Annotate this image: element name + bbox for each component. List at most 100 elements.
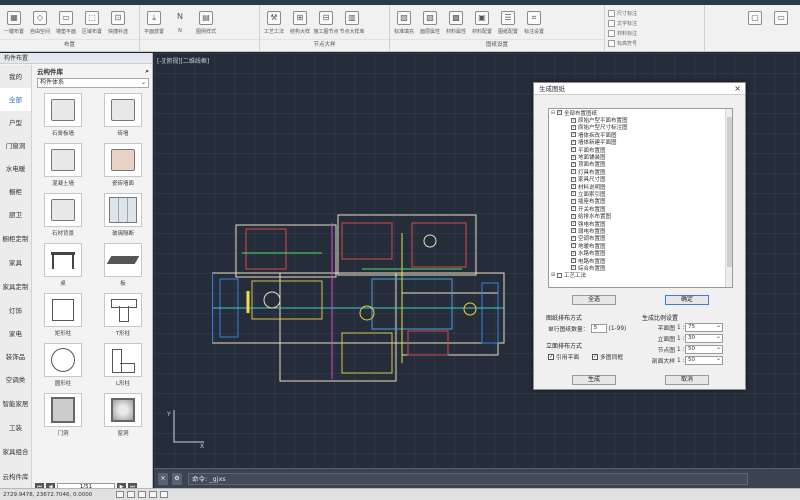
checkbox-icon[interactable]: ✓ bbox=[571, 147, 576, 153]
close-icon[interactable]: × bbox=[158, 472, 168, 485]
reference-plane-checkbox[interactable]: ✓ 引用平面 bbox=[548, 352, 579, 361]
confirm-button[interactable]: 确定 bbox=[665, 295, 709, 305]
ribbon-button-material[interactable]: ▩ 材料属性 bbox=[443, 7, 469, 39]
tree-node[interactable]: ✓ 原始户型尺寸标注图 bbox=[549, 124, 732, 131]
category-item[interactable]: 我的 bbox=[0, 65, 31, 88]
category-item[interactable]: 智能家居 bbox=[0, 391, 31, 416]
tree-node[interactable]: ✓ 插座布置图 bbox=[549, 198, 732, 205]
component-item[interactable]: 石材背景 bbox=[37, 193, 89, 239]
checkbox-icon[interactable]: ✓ bbox=[571, 235, 576, 241]
tree-node[interactable]: ⊟ ✓ 全部布置图纸 bbox=[549, 109, 732, 117]
checkbox-icon[interactable] bbox=[557, 272, 562, 278]
checkbox-icon[interactable]: ✓ bbox=[571, 206, 576, 212]
category-item[interactable]: 家具 bbox=[0, 251, 31, 274]
tree-node[interactable]: ✓ 灯具布置图 bbox=[549, 168, 732, 176]
per-row-input[interactable]: 5 bbox=[590, 324, 607, 333]
component-item[interactable]: 玻璃隔断 bbox=[97, 193, 149, 239]
osnap-toggle-icon[interactable] bbox=[160, 491, 168, 498]
component-item[interactable]: 窗洞 bbox=[97, 393, 149, 439]
category-item[interactable]: 厨卫 bbox=[0, 203, 31, 226]
category-item[interactable]: 门窗洞 bbox=[0, 134, 31, 157]
snap-toggle-icon[interactable] bbox=[116, 491, 124, 498]
category-item[interactable]: 工装 bbox=[0, 416, 31, 439]
tree-node[interactable]: ✓ 立面索引图 bbox=[549, 190, 732, 198]
view-label[interactable]: [-][俯视][二维线框] bbox=[157, 56, 209, 65]
tool-material-label[interactable]: 材料标注 bbox=[608, 29, 701, 37]
category-item[interactable]: 装饰品 bbox=[0, 345, 31, 368]
tree-node[interactable]: ✓ 给排水布置图 bbox=[549, 212, 732, 220]
ribbon-button-structure[interactable]: ⊞ 结构大样 bbox=[287, 7, 313, 39]
checkbox-icon[interactable]: ✓ bbox=[557, 110, 562, 116]
grid-toggle-icon[interactable] bbox=[127, 491, 135, 498]
scale-select[interactable]: 50 bbox=[685, 344, 723, 354]
category-item[interactable]: 水电暖 bbox=[0, 157, 31, 180]
category-item[interactable]: 全部 bbox=[0, 88, 31, 111]
checkbox-icon[interactable]: ✓ bbox=[571, 198, 576, 204]
category-item[interactable]: 家电 bbox=[0, 322, 31, 345]
tree-node[interactable]: ✓ 原始户型平面布置图 bbox=[549, 116, 732, 124]
checkbox-icon[interactable]: ✓ bbox=[571, 132, 576, 138]
tree-node[interactable]: ✓ 墙体新建平面图 bbox=[549, 139, 732, 146]
select-all-button[interactable]: 全选 bbox=[572, 295, 616, 305]
tree-node[interactable]: ✓ 电路布置图 bbox=[549, 257, 732, 265]
checkbox-icon[interactable]: ✓ bbox=[571, 213, 576, 219]
ortho-toggle-icon[interactable] bbox=[138, 491, 146, 498]
ribbon-button-extra-1[interactable]: ▢ bbox=[742, 7, 768, 39]
tool-dimension[interactable]: 尺寸标注 bbox=[608, 9, 701, 17]
tree-node[interactable]: ✓ 平面布置图 bbox=[549, 146, 732, 154]
component-item[interactable]: 板 bbox=[97, 243, 149, 289]
checkbox-icon[interactable]: ✓ bbox=[571, 176, 576, 182]
ribbon-button-one-key[interactable]: ▦ 一键布置 bbox=[1, 7, 27, 39]
scale-select[interactable]: 30 bbox=[685, 333, 723, 343]
ribbon-button-material-config[interactable]: ▣ 材料配置 bbox=[469, 7, 495, 39]
component-item[interactable]: 砖墙 bbox=[97, 93, 149, 139]
checkbox-icon[interactable]: ✓ bbox=[571, 221, 576, 227]
checkbox-icon[interactable]: ✓ bbox=[571, 250, 576, 256]
tree-node[interactable]: ✓ 材料说明图 bbox=[549, 183, 732, 191]
checkbox-icon[interactable]: ✓ bbox=[571, 228, 576, 234]
ribbon-button-free-space[interactable]: ◇ 自由空间 bbox=[27, 7, 53, 39]
search-icon[interactable]: ⌕ bbox=[145, 67, 149, 76]
checkbox-icon[interactable]: ✓ bbox=[571, 161, 576, 167]
scroll-thumb[interactable] bbox=[727, 117, 732, 267]
checkbox-icon[interactable]: ✓ bbox=[571, 139, 576, 145]
tree-node[interactable]: ✓ 强电布置图 bbox=[549, 220, 732, 228]
category-item[interactable]: 灯饰 bbox=[0, 299, 31, 322]
ribbon-button-annotation[interactable]: ⌗ 标注设置 bbox=[521, 7, 547, 39]
tool-level[interactable]: 标高符号 bbox=[608, 39, 701, 47]
tree-node[interactable]: ⊞ 工艺工法 bbox=[549, 272, 732, 279]
ribbon-button-quick-select[interactable]: ⊡ 快捷补选 bbox=[105, 7, 131, 39]
category-item[interactable]: 户型 bbox=[0, 111, 31, 134]
tree-node[interactable]: ✓ 弱电布置图 bbox=[549, 227, 732, 235]
ribbon-button-drawing-config[interactable]: ☰ 图纸配置 bbox=[495, 7, 521, 39]
tree-node[interactable]: ✓ 地面铺装图 bbox=[549, 153, 732, 161]
checkbox-icon[interactable]: ✓ bbox=[571, 258, 576, 263]
component-item[interactable]: 桌 bbox=[37, 243, 89, 289]
component-item[interactable]: T形柱 bbox=[97, 293, 149, 339]
component-item[interactable]: 圆形柱 bbox=[37, 343, 89, 389]
library-select[interactable]: 构件体系 ⌄ bbox=[37, 78, 149, 88]
wrench-icon[interactable]: ⚙ bbox=[172, 472, 182, 485]
checkbox-icon[interactable]: ✓ bbox=[571, 191, 576, 197]
tree-node[interactable]: ✓ 空调布置图 bbox=[549, 235, 732, 242]
generate-button[interactable]: 生成 bbox=[572, 375, 616, 385]
ribbon-button-surface[interactable]: ▨ 面层属性 bbox=[417, 7, 443, 39]
category-item[interactable]: 家具定制 bbox=[0, 274, 31, 299]
ribbon-button-legend[interactable]: ▤ 图例样式 bbox=[193, 7, 219, 39]
close-icon[interactable]: × bbox=[734, 83, 741, 95]
tree-node[interactable]: ✓ 顶面布置图 bbox=[549, 161, 732, 168]
component-item[interactable]: L形柱 bbox=[97, 343, 149, 389]
tool-text[interactable]: 文字标注 bbox=[608, 19, 701, 27]
tree-node[interactable]: ✓ 墙体拆改平面图 bbox=[549, 131, 732, 139]
ribbon-button-craft[interactable]: ⚒ 工艺工法 bbox=[261, 7, 287, 39]
scale-select[interactable]: 75 bbox=[685, 322, 723, 332]
tree-scrollbar[interactable] bbox=[725, 109, 732, 287]
checkbox-icon[interactable]: ✓ bbox=[571, 243, 576, 249]
checkbox-icon[interactable]: ✓ bbox=[571, 124, 576, 130]
category-item[interactable]: 空调类 bbox=[0, 368, 31, 391]
category-item[interactable]: 橱柜定制 bbox=[0, 226, 31, 251]
tree-node[interactable]: ✓ 家具尺寸图 bbox=[549, 176, 732, 183]
cancel-button[interactable]: 取消 bbox=[665, 375, 709, 385]
checkbox-icon[interactable]: ✓ bbox=[571, 169, 576, 175]
scale-select[interactable]: 50 bbox=[685, 355, 723, 365]
